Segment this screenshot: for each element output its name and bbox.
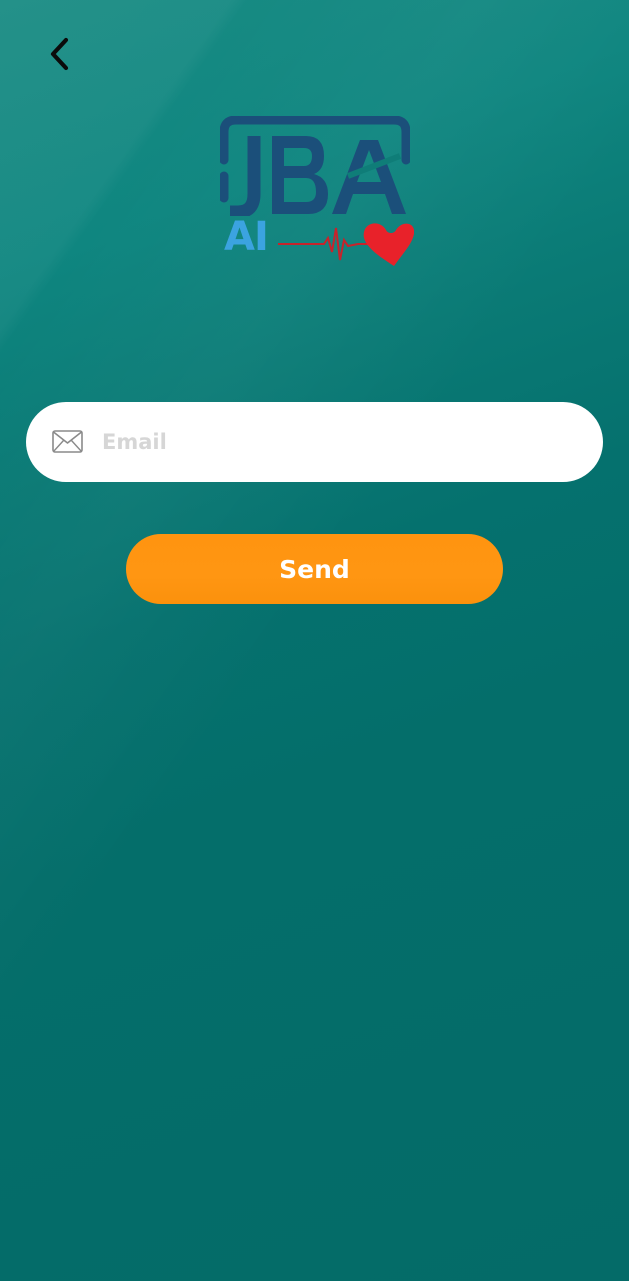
send-button[interactable]: Send: [126, 534, 503, 604]
heartbeat-heart-icon: [278, 223, 414, 266]
email-field[interactable]: [26, 402, 603, 482]
envelope-icon: [52, 430, 83, 453]
chevron-left-icon: [50, 37, 69, 71]
logo-jba-wordmark: [220, 116, 410, 216]
app-logo: AI: [216, 110, 414, 270]
email-input[interactable]: [102, 402, 582, 482]
back-button[interactable]: [36, 30, 82, 78]
forgot-password-screen: AI Send: [0, 0, 629, 1281]
logo-ai-text: AI: [224, 214, 269, 260]
